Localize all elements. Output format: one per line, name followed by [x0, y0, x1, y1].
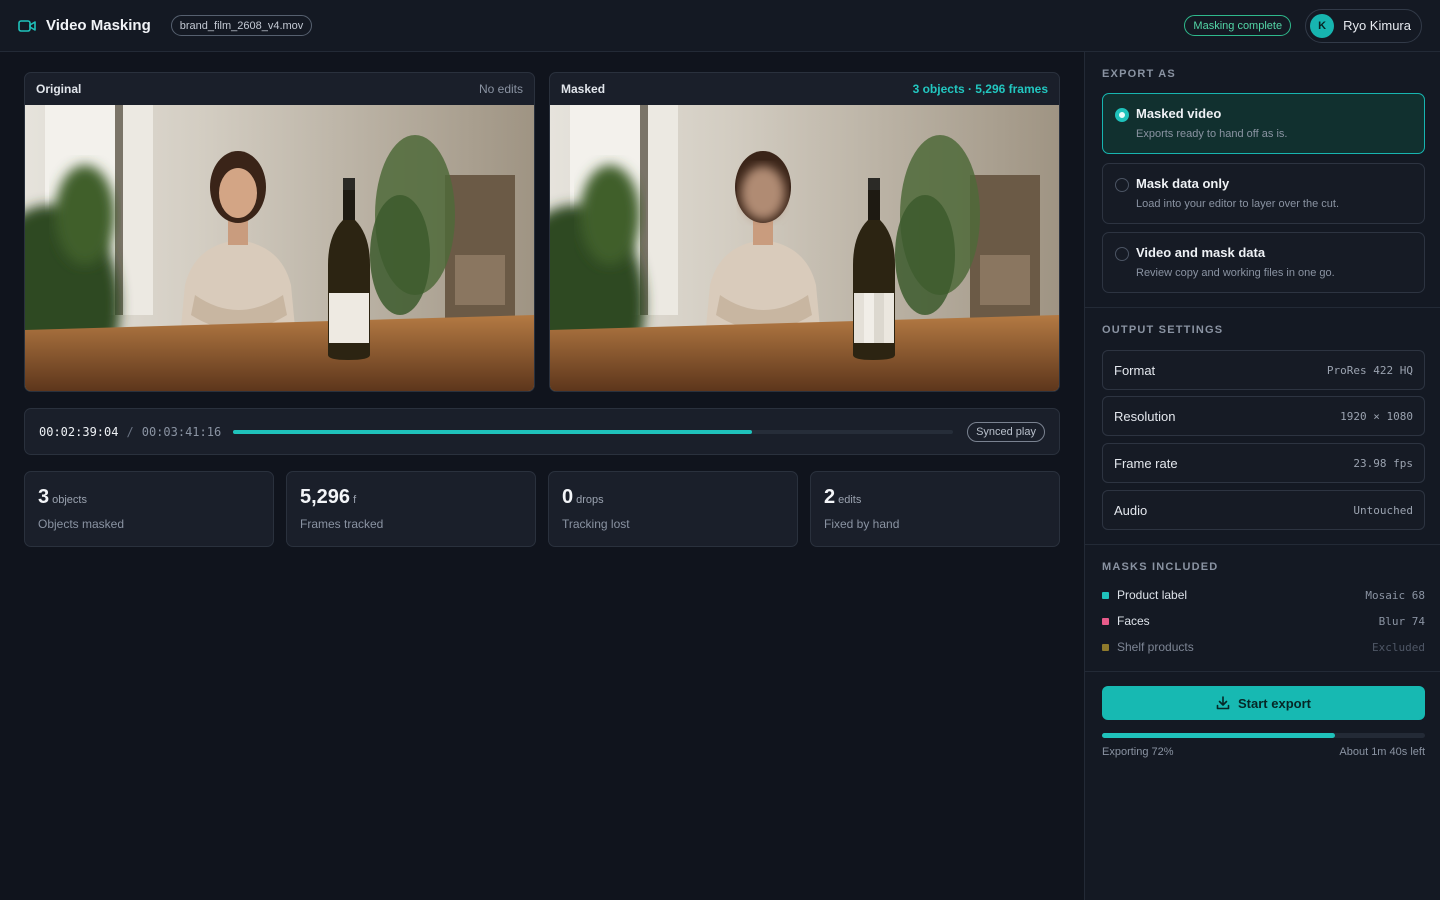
- export-progress-fill: [1102, 733, 1335, 738]
- divider: [1085, 671, 1440, 672]
- stat-label: Objects masked: [38, 517, 125, 531]
- mask-row-product-label[interactable]: Product label Mosaic 68: [1102, 586, 1425, 604]
- audio-field[interactable]: Audio Untouched: [1102, 490, 1425, 530]
- radio-selected[interactable]: [1115, 108, 1129, 122]
- masked-meta: 3 objects · 5,296 frames: [912, 82, 1048, 96]
- export-eta: About 1m 40s left: [1339, 746, 1425, 758]
- stat-value: 3: [38, 486, 50, 508]
- stat-value: 0: [562, 486, 574, 508]
- mask-name: Faces: [1117, 614, 1150, 628]
- scrub-progress: [233, 429, 752, 434]
- export-option-video-and-mask[interactable]: Video and mask data Review copy and work…: [1102, 232, 1425, 293]
- stat-unit: edits: [838, 494, 862, 506]
- mask-row-shelf-products[interactable]: Shelf products Excluded: [1102, 638, 1425, 656]
- original-label: Original: [36, 82, 82, 96]
- export-status: Exporting 72%: [1102, 746, 1174, 758]
- start-export-label: Start export: [1238, 695, 1311, 711]
- scrub-bar[interactable]: [233, 429, 954, 434]
- option-desc: Exports ready to hand off as is.: [1136, 128, 1288, 140]
- stat-card-edits: 2 edits Fixed by hand: [810, 471, 1060, 547]
- original-preview-panel: Original No edits: [24, 72, 535, 392]
- avatar: K: [1310, 13, 1335, 38]
- field-value: Untouched: [1353, 503, 1413, 517]
- status-badge: Masking complete: [1184, 15, 1292, 36]
- original-video-frame[interactable]: [25, 105, 534, 392]
- mask-name: Shelf products: [1117, 640, 1194, 654]
- total-timecode: 00:03:41:16: [141, 424, 222, 439]
- field-value: 1920 × 1080: [1340, 409, 1413, 423]
- video-camera-icon: [18, 19, 36, 32]
- field-key: Audio: [1114, 502, 1148, 518]
- option-title: Masked video: [1136, 106, 1222, 121]
- timecode-separator: /: [126, 424, 134, 439]
- download-icon: [1216, 696, 1230, 710]
- stat-label: Tracking lost: [562, 517, 630, 531]
- masked-label: Masked: [561, 82, 606, 96]
- option-title: Video and mask data: [1136, 245, 1266, 260]
- divider: [1085, 307, 1440, 308]
- current-timecode: 00:02:39:04: [39, 424, 119, 439]
- divider: [1085, 544, 1440, 545]
- masks-included-heading: MASKS INCLUDED: [1102, 561, 1219, 573]
- option-desc: Load into your editor to layer over the …: [1136, 198, 1340, 210]
- stat-unit: objects: [52, 494, 87, 506]
- file-name-chip[interactable]: brand_film_2608_v4.mov: [170, 15, 313, 36]
- option-title: Mask data only: [1136, 176, 1230, 191]
- radio[interactable]: [1115, 178, 1129, 192]
- label-mosaic-mask: [854, 293, 894, 343]
- stat-unit: drops: [576, 494, 604, 506]
- stat-unit: f: [353, 494, 357, 506]
- brand: Video Masking: [18, 17, 151, 34]
- stat-value: 5,296: [300, 486, 351, 508]
- export-as-heading: EXPORT AS: [1102, 68, 1176, 80]
- field-key: Format: [1114, 362, 1156, 378]
- mask-value: Blur 74: [1378, 614, 1425, 628]
- mask-value: Mosaic 68: [1365, 588, 1425, 602]
- original-meta: No edits: [478, 82, 523, 96]
- stat-card-drops: 0 drops Tracking lost: [548, 471, 798, 547]
- masked-preview-panel: Masked 3 objects · 5,296 frames: [549, 72, 1060, 392]
- top-bar: Video Masking brand_film_2608_v4.mov Mas…: [0, 0, 1440, 52]
- export-option-masked-video[interactable]: Masked video Exports ready to hand off a…: [1102, 93, 1425, 154]
- user-menu[interactable]: K Ryo Kimura: [1305, 8, 1422, 43]
- field-value: ProRes 422 HQ: [1326, 363, 1413, 377]
- resolution-field[interactable]: Resolution 1920 × 1080: [1102, 396, 1425, 436]
- stat-card-frames: 5,296 f Frames tracked: [286, 471, 536, 547]
- mask-name: Product label: [1117, 588, 1188, 602]
- stat-label: Frames tracked: [300, 517, 384, 531]
- field-key: Frame rate: [1114, 455, 1178, 471]
- stat-card-objects: 3 objects Objects masked: [24, 471, 274, 547]
- app-title: Video Masking: [46, 17, 151, 34]
- start-export-button[interactable]: Start export: [1102, 686, 1425, 720]
- format-field[interactable]: Format ProRes 422 HQ: [1102, 350, 1425, 390]
- user-name: Ryo Kimura: [1343, 18, 1411, 33]
- mask-value: Excluded: [1372, 640, 1425, 654]
- radio[interactable]: [1115, 247, 1129, 261]
- stat-value: 2: [824, 486, 836, 508]
- field-key: Resolution: [1114, 408, 1176, 424]
- masked-video-frame[interactable]: [550, 105, 1059, 392]
- mask-color-swatch: [1102, 591, 1109, 599]
- mask-color-swatch: [1102, 643, 1109, 651]
- face-blur-mask: [741, 166, 785, 220]
- playback-timeline: 00:02:39:04 / 00:03:41:16 Synced play: [24, 408, 1060, 455]
- option-desc: Review copy and working files in one go.: [1136, 267, 1335, 279]
- export-progress-bar: [1102, 733, 1425, 738]
- synced-play-toggle[interactable]: Synced play: [967, 421, 1045, 442]
- mask-color-swatch: [1102, 617, 1109, 625]
- export-sidebar: EXPORT AS Masked video Exports ready to …: [1084, 52, 1440, 900]
- output-settings-heading: OUTPUT SETTINGS: [1102, 324, 1224, 336]
- frame-rate-field[interactable]: Frame rate 23.98 fps: [1102, 443, 1425, 483]
- export-option-mask-data[interactable]: Mask data only Load into your editor to …: [1102, 163, 1425, 224]
- mask-row-faces[interactable]: Faces Blur 74: [1102, 612, 1425, 630]
- field-value: 23.98 fps: [1353, 456, 1413, 470]
- stat-label: Fixed by hand: [824, 517, 900, 531]
